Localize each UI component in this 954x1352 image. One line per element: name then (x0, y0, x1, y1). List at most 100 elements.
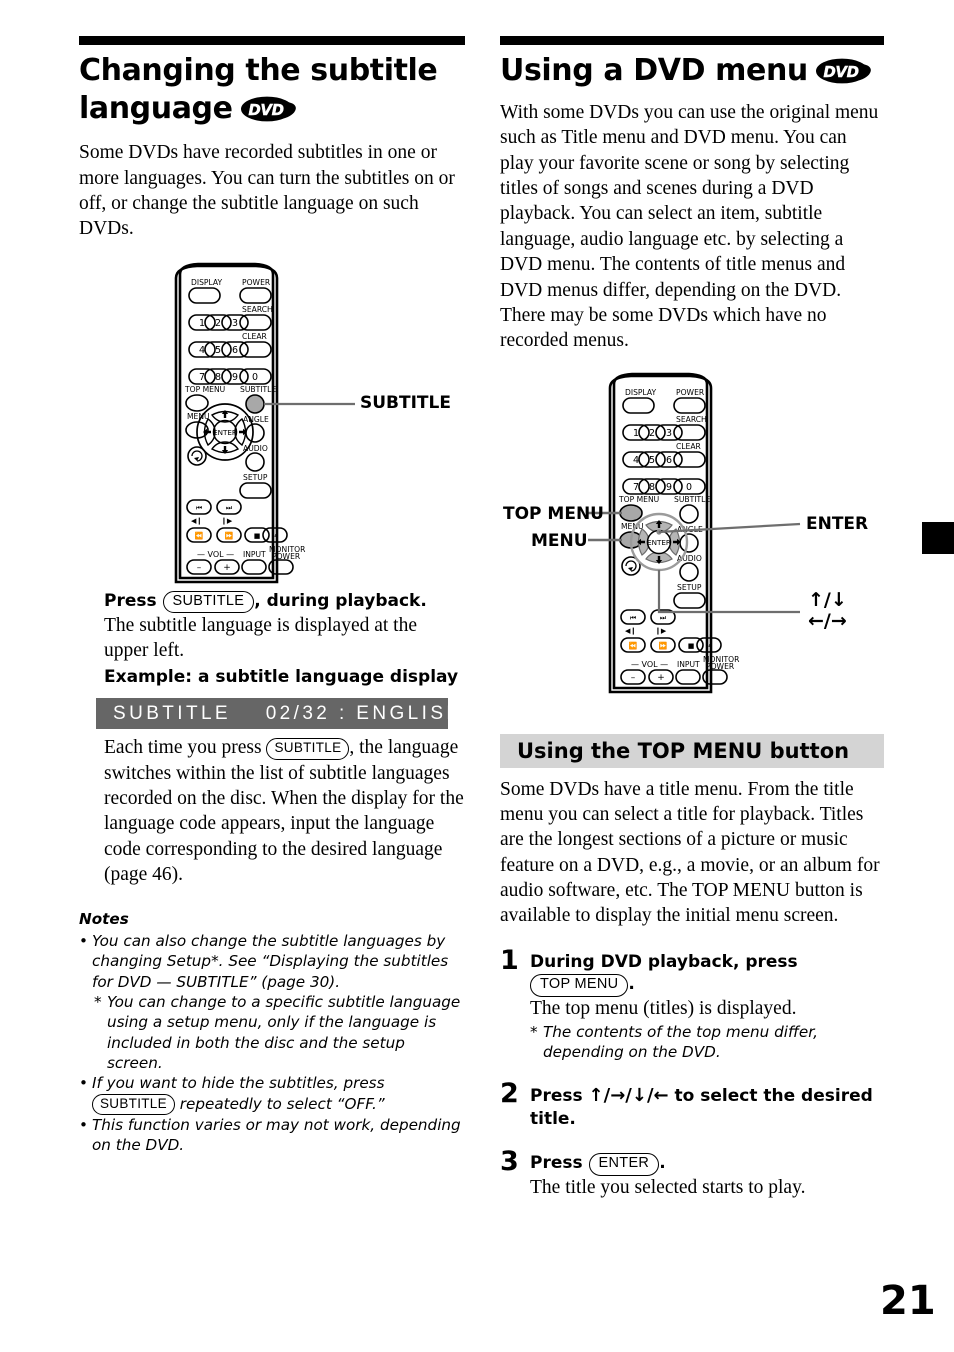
svg-text:SETUP: SETUP (677, 583, 702, 592)
svg-text:SUBTITLE: SUBTITLE (674, 495, 710, 504)
svg-text:❙▶: ❙▶ (221, 517, 233, 525)
notes-heading: Notes (79, 910, 129, 929)
svg-text:— VOL —: — VOL — (197, 550, 234, 559)
keycap-subtitle-2[interactable]: SUBTITLE (266, 738, 350, 760)
svg-text:MENU: MENU (621, 522, 644, 531)
note-text-before: If you want to hide the subtitles, press (92, 1074, 385, 1093)
keycap-enter[interactable]: ENTER (588, 1153, 660, 1176)
svg-text:2: 2 (215, 318, 221, 329)
svg-text:⏩: ⏩ (659, 641, 668, 650)
svg-text:CLEAR: CLEAR (242, 332, 268, 341)
svg-text:ENTER: ENTER (213, 428, 237, 437)
svg-text:DVD: DVD (248, 101, 283, 119)
callout-dpad-updown: ↑/↓ (808, 588, 847, 611)
svg-text:3: 3 (232, 318, 238, 329)
right-intro-paragraph: With some DVDs you can use the original … (500, 102, 879, 352)
dvd-logo-icon-2: DVD (815, 58, 873, 84)
svg-text:— VOL —: — VOL — (631, 660, 668, 669)
note-text: This function varies or may not work, de… (92, 1115, 461, 1155)
step-1-footnote: The contents of the top menu differ, dep… (530, 1022, 884, 1062)
svg-text:ANGLE: ANGLE (243, 415, 269, 424)
svg-text:⏪: ⏪ (195, 531, 204, 540)
svg-text:⏮: ⏮ (630, 614, 636, 622)
svg-text:SEARCH: SEARCH (242, 305, 273, 314)
svg-text:SUBTITLE: SUBTITLE (240, 385, 276, 394)
right-section-title: Using a DVD menu DVD (500, 52, 884, 90)
keycap-subtitle[interactable]: SUBTITLE (162, 590, 255, 614)
note-footnote: You can change to a specific subtitle la… (92, 992, 465, 1073)
svg-text:■: ■ (254, 532, 261, 540)
callout-subtitle: SUBTITLE (360, 392, 451, 413)
left-intro-paragraph: Some DVDs have recorded subtitles in one… (79, 142, 455, 240)
right-column: Using a DVD menu DVD With some DVDs you … (500, 36, 884, 1201)
svg-text:◀❙: ◀❙ (191, 517, 202, 525)
step-3-description: The title you selected starts to play. (530, 1176, 806, 1198)
svg-text:⏯: ⏯ (706, 642, 712, 650)
svg-text:2: 2 (649, 428, 655, 439)
svg-text:8: 8 (215, 372, 221, 383)
svg-text:7: 7 (199, 372, 205, 383)
each-time-prefix: Each time you press (104, 737, 262, 759)
svg-text:–: – (631, 673, 636, 683)
step-1-lead: During DVD playback, press TOP MENU. (530, 951, 884, 997)
svg-text:5: 5 (215, 345, 221, 356)
svg-text:❙▶: ❙▶ (655, 627, 667, 635)
svg-text:0: 0 (252, 372, 258, 383)
page-number: 21 (880, 1278, 936, 1324)
svg-text:◀❙: ◀❙ (625, 627, 636, 635)
step-1-description: The top menu (titles) is displayed. (530, 997, 797, 1019)
each-time-text: Each time you press SUBTITLE, the langua… (104, 735, 465, 887)
note-text-after: repeatedly to select “OFF.” (179, 1094, 385, 1113)
step-2-number: 2 (500, 1077, 519, 1109)
left-press-step: Press SUBTITLE, during playback. The sub… (104, 590, 465, 689)
svg-text:DISPLAY: DISPLAY (625, 388, 656, 397)
right-section-title-text: Using a DVD menu (500, 53, 808, 88)
svg-text:POWER: POWER (242, 278, 271, 287)
step-3-lead-after: . (659, 1153, 666, 1174)
note-item: This function varies or may not work, de… (79, 1115, 465, 1156)
note-footnote-text: You can change to a specific subtitle la… (107, 992, 461, 1072)
callout-enter: ENTER (806, 513, 869, 534)
svg-text:3: 3 (666, 428, 672, 439)
svg-text:⏪: ⏪ (629, 641, 638, 650)
svg-text:SETUP: SETUP (243, 473, 268, 482)
dvd-logo-icon: DVD (240, 96, 298, 122)
notes-list: You can also change the subtitle languag… (79, 931, 465, 1156)
svg-text:TOP MENU: TOP MENU (618, 495, 659, 504)
svg-text:6: 6 (666, 455, 672, 466)
step-1-lead-after: . (628, 974, 635, 995)
svg-text:⏭: ⏭ (226, 504, 233, 512)
step-2-arrows: ↑/→/↓/← (588, 1084, 669, 1106)
svg-text:TOP MENU: TOP MENU (184, 385, 225, 394)
svg-text:⏭: ⏭ (660, 614, 667, 622)
svg-text:INPUT: INPUT (243, 550, 266, 559)
svg-text:4: 4 (199, 345, 205, 356)
svg-text:+: + (223, 563, 231, 573)
step-2: 2 Press ↑/→/↓/← to select the desired ti… (500, 1080, 884, 1131)
left-notes: Notes You can also change the subtitle l… (79, 909, 465, 1155)
svg-text:+: + (657, 673, 665, 683)
svg-text:6: 6 (232, 345, 238, 356)
note-text: You can also change the subtitle languag… (92, 931, 449, 991)
svg-text:⏮: ⏮ (196, 504, 202, 512)
edge-thumb-tab (922, 522, 954, 554)
note-item: If you want to hide the subtitles, press… (79, 1073, 465, 1115)
svg-text:1: 1 (199, 318, 205, 329)
keycap-subtitle-3[interactable]: SUBTITLE (92, 1093, 175, 1115)
left-section-title: Changing the subtitle language DVD (79, 52, 465, 128)
step-2-lead: Press ↑/→/↓/← to select the desired titl… (530, 1084, 884, 1131)
step-3-lead: Press ENTER. (530, 1152, 884, 1176)
keycap-top-menu[interactable]: TOP MENU (530, 974, 629, 997)
callout-menu: MENU (531, 530, 588, 551)
remote-diagram-menu: DISPLAY POWER SEARCH CLEAR 1 2 3 4 5 6 7… (500, 362, 884, 710)
remote-svg-left: DISPLAY POWER SEARCH CLEAR 1 2 3 4 5 6 7… (174, 262, 355, 583)
left-each-time-block: Each time you press SUBTITLE, the langua… (104, 735, 465, 887)
press-suffix: , during playback. (254, 590, 427, 611)
svg-text:DISPLAY: DISPLAY (191, 278, 222, 287)
step-1: 1 During DVD playback, press TOP MENU. T… (500, 947, 884, 1062)
example-label: Example: a subtitle language display (104, 666, 459, 687)
press-prefix: Press (104, 590, 157, 611)
svg-text:SEARCH: SEARCH (676, 415, 707, 424)
step-3-lead-before: Press (530, 1153, 583, 1174)
step-1-number: 1 (500, 944, 519, 976)
